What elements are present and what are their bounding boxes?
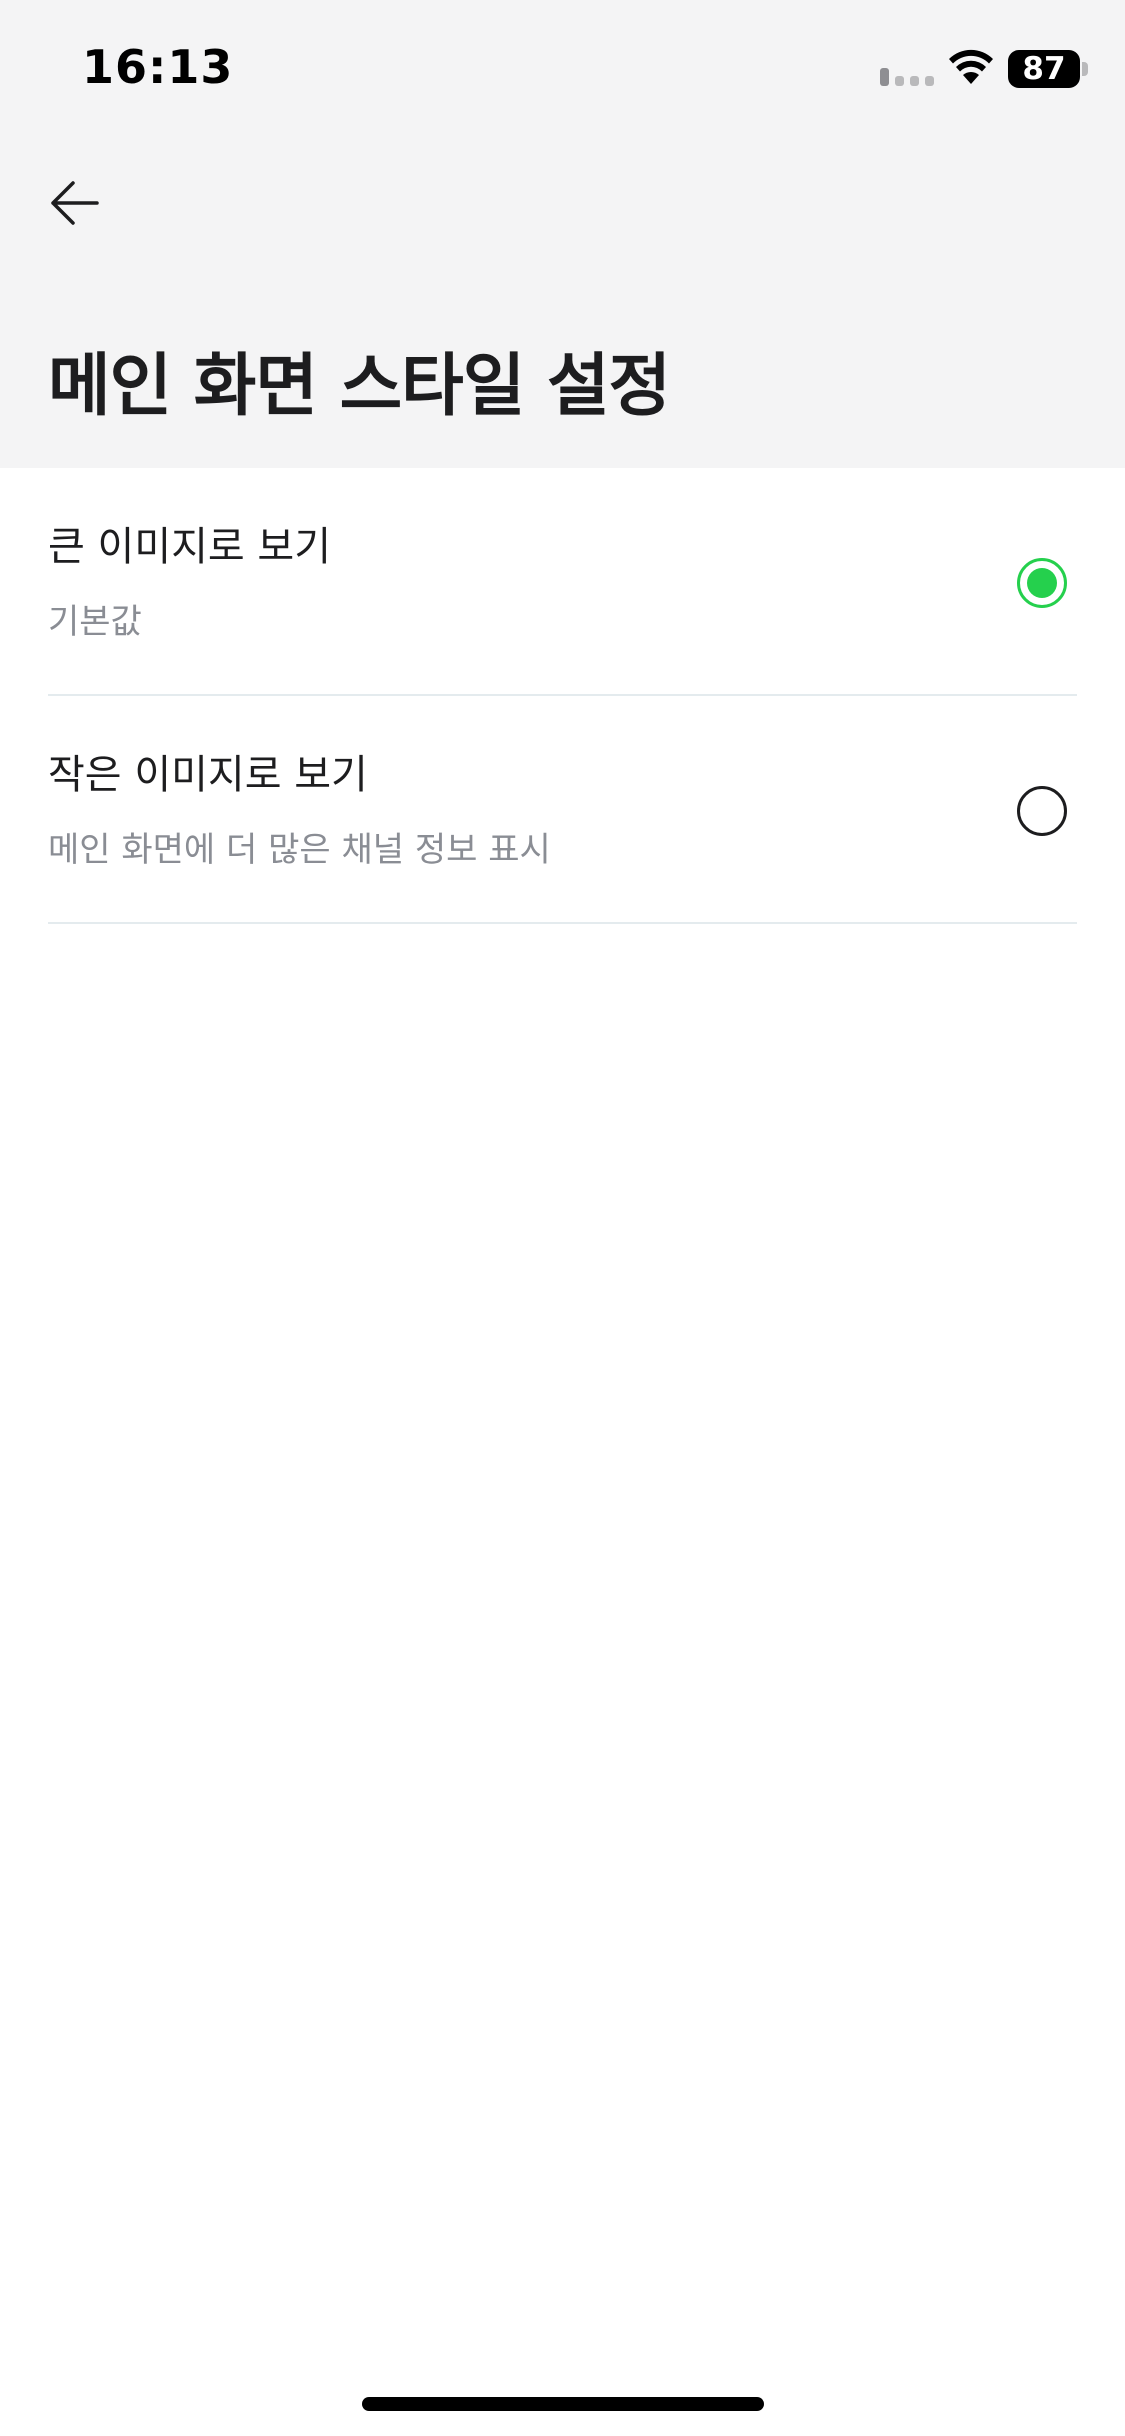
back-button[interactable] — [40, 168, 110, 238]
page-title: 메인 화면 스타일 설정 — [48, 347, 671, 426]
arrow-left-icon — [51, 181, 99, 225]
header-area: 16:13 87 메인 화면 스타일 설정 — [0, 0, 1125, 468]
option-large-image[interactable]: 큰 이미지로 보기 기본값 — [48, 468, 1077, 696]
radio-button[interactable] — [1017, 786, 1067, 836]
battery-tip — [1082, 62, 1088, 76]
option-subtitle: 기본값 — [48, 602, 142, 642]
status-time: 16:13 — [82, 40, 234, 94]
option-subtitle: 메인 화면에 더 많은 채널 정보 표시 — [48, 830, 551, 870]
battery-level: 87 — [1022, 51, 1066, 87]
style-options-list: 큰 이미지로 보기 기본값 작은 이미지로 보기 메인 화면에 더 많은 채널 … — [0, 468, 1125, 924]
option-title: 작은 이미지로 보기 — [48, 752, 368, 798]
battery-icon: 87 — [1008, 50, 1080, 88]
home-indicator[interactable] — [362, 2397, 764, 2411]
screen: 16:13 87 메인 화면 스타일 설정 큰 이미지로 보기 기본값 작은 이… — [0, 0, 1125, 2436]
option-title: 큰 이미지로 보기 — [48, 524, 332, 570]
radio-button-selected[interactable] — [1017, 558, 1067, 608]
option-small-image[interactable]: 작은 이미지로 보기 메인 화면에 더 많은 채널 정보 표시 — [48, 696, 1077, 924]
cellular-signal-icon — [880, 68, 934, 86]
wifi-icon — [949, 49, 993, 84]
status-bar: 16:13 87 — [0, 0, 1125, 140]
